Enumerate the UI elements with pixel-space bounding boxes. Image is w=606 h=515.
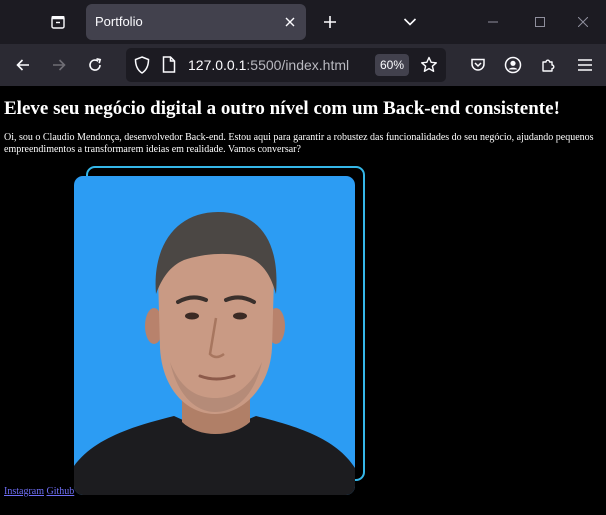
social-links: Instagram Github [4, 486, 74, 497]
page-icon[interactable] [162, 56, 176, 77]
extensions-button[interactable] [535, 51, 563, 79]
navigation-toolbar: 127.0.0.1:5500/index.html 60% [0, 44, 606, 86]
url-host: 127.0.0.1 [188, 57, 247, 73]
firefox-view-button[interactable] [44, 8, 72, 36]
pocket-button[interactable] [464, 51, 492, 79]
arrow-left-icon [16, 59, 29, 71]
tab-title: Portfolio [95, 14, 143, 29]
bookmark-star-icon[interactable] [420, 56, 438, 78]
reload-icon [89, 58, 102, 71]
account-icon [504, 56, 522, 74]
instagram-link[interactable]: Instagram [4, 486, 44, 497]
maximize-icon [535, 17, 545, 27]
hero-headline: Eleve seu negócio digital a outro nível … [4, 98, 560, 119]
close-window-button[interactable] [560, 0, 606, 44]
back-button[interactable] [9, 51, 37, 79]
minimize-icon [488, 21, 498, 23]
intro-paragraph: Oi, sou o Claudio Mendonça, desenvolvedo… [4, 132, 594, 155]
new-tab-button[interactable] [316, 8, 344, 36]
tab-bar: Portfolio [0, 0, 606, 44]
minimize-button[interactable] [470, 0, 516, 44]
menu-button[interactable] [571, 51, 599, 79]
puzzle-icon [542, 59, 555, 72]
tab-close-button[interactable] [282, 14, 298, 30]
profile-photo [74, 176, 355, 495]
hamburger-menu-icon [578, 59, 592, 71]
page-content: Eleve seu negócio digital a outro nível … [0, 86, 606, 515]
reload-button[interactable] [81, 51, 109, 79]
account-button[interactable] [499, 51, 527, 79]
address-bar[interactable]: 127.0.0.1:5500/index.html 60% [126, 48, 446, 82]
list-all-tabs-button[interactable] [396, 8, 424, 36]
tab-portfolio[interactable]: Portfolio [86, 4, 306, 40]
arrow-right-icon [53, 59, 66, 71]
pocket-icon [471, 58, 485, 71]
shield-icon[interactable] [134, 56, 150, 78]
forward-button[interactable] [45, 51, 73, 79]
url-text[interactable]: 127.0.0.1:5500/index.html [188, 57, 349, 73]
chevron-down-icon [403, 18, 417, 26]
url-path: :5500/index.html [246, 57, 350, 73]
firefox-view-icon [51, 16, 65, 29]
close-icon [285, 17, 295, 27]
close-icon [578, 17, 588, 27]
plus-icon [324, 16, 336, 28]
github-link[interactable]: Github [47, 486, 75, 497]
portrait-illustration [74, 212, 355, 495]
maximize-button[interactable] [517, 0, 563, 44]
zoom-level-button[interactable]: 60% [375, 54, 409, 76]
